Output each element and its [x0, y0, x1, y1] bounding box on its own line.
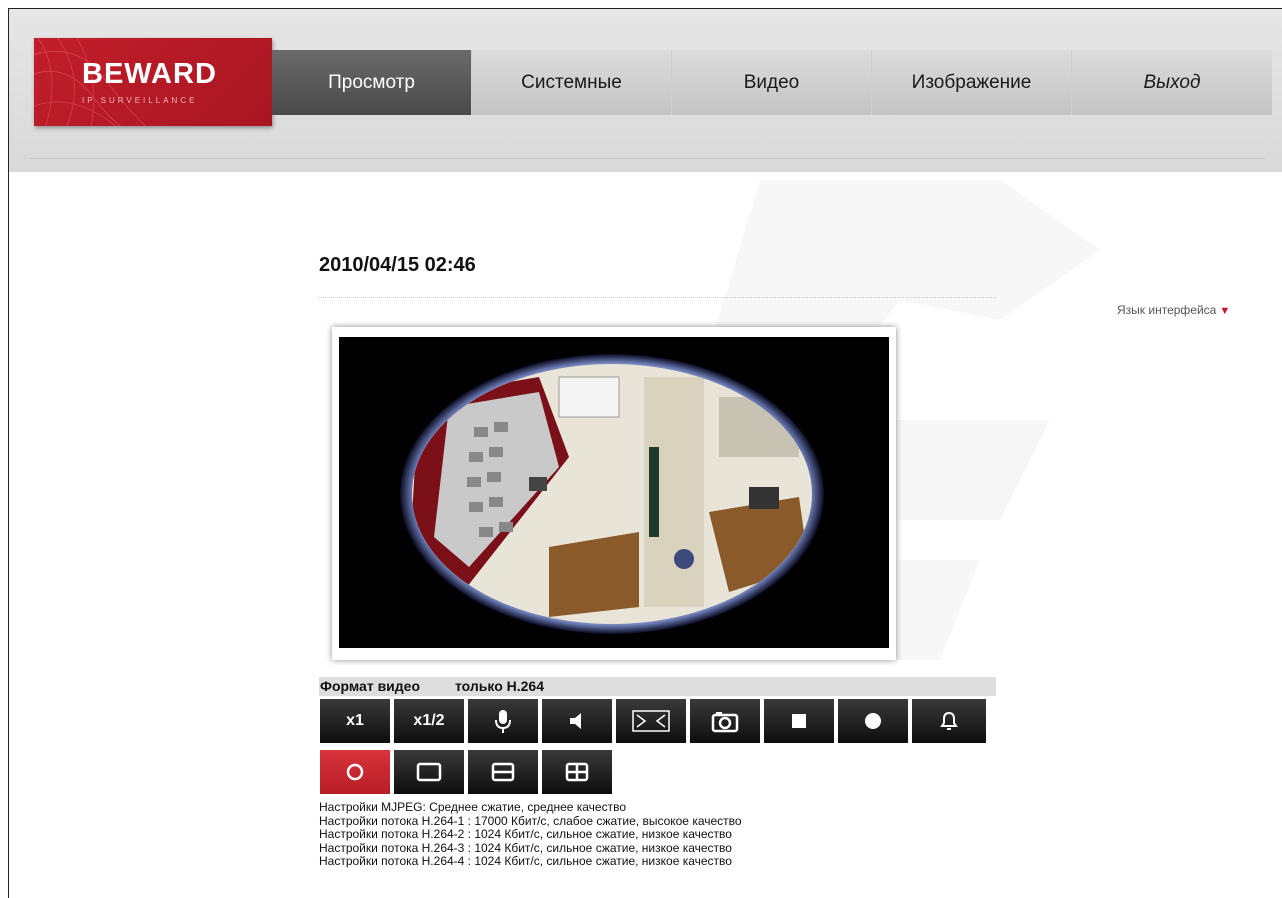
language-label: Язык интерфейса — [1117, 303, 1217, 317]
current-datetime: 2010/04/15 02:46 — [319, 254, 476, 276]
beward-logo[interactable]: BEWARD IP SURVEILLANCE — [34, 38, 272, 126]
nav-tab-logout[interactable]: Выход — [1072, 50, 1272, 115]
fisheye-circle-icon — [346, 763, 364, 781]
single-view-icon — [416, 762, 442, 782]
alarm-button[interactable] — [912, 699, 986, 743]
nav-tab-view[interactable]: Просмотр — [272, 50, 472, 115]
stream-setting-line: Настройки потока H.264-1 : 17000 Кбит/с,… — [319, 813, 742, 828]
language-selector[interactable]: Язык интерфейса ▼ — [1117, 303, 1230, 317]
fullscreen-icon — [632, 710, 670, 732]
stream-setting-line: Настройки MJPEG: Среднее сжатие, среднее… — [319, 800, 627, 814]
double-view-icon — [491, 762, 515, 782]
bell-icon — [940, 711, 958, 730]
fisheye-view-button[interactable] — [320, 750, 390, 794]
snapshot-button[interactable] — [690, 699, 760, 743]
camera-icon — [711, 712, 739, 733]
microphone-button[interactable] — [468, 699, 538, 743]
video-format-value: только H.264 — [455, 678, 544, 694]
speaker-button[interactable] — [542, 699, 612, 743]
speaker-icon — [570, 713, 581, 729]
stream-setting-line: Настройки потока H.264-4 : 1024 Кбит/с, … — [319, 854, 732, 868]
stop-button[interactable] — [764, 699, 834, 743]
quad-view-icon — [565, 762, 589, 782]
record-icon — [865, 713, 881, 729]
stream-setting-line: Настройки потока H.264-3 : 1024 Кбит/с, … — [319, 840, 732, 855]
nav-tab-video[interactable]: Видео — [672, 50, 872, 115]
zoom-x1-button[interactable]: x1 — [320, 699, 390, 743]
nav-tab-image[interactable]: Изображение — [872, 50, 1072, 115]
logo-brand-text: BEWARD — [82, 58, 217, 90]
stop-icon — [792, 714, 806, 728]
header-divider — [30, 158, 1265, 159]
double-view-button[interactable] — [468, 750, 538, 794]
dotted-divider — [319, 297, 996, 298]
zoom-half-button[interactable]: x1/2 — [394, 699, 464, 743]
nav-tab-system[interactable]: Системные — [472, 50, 672, 115]
video-format-bar: Формат видео только H.264 — [319, 677, 996, 696]
dropdown-arrow-icon: ▼ — [1219, 305, 1231, 317]
stream-settings-list: Настройки MJPEG: Среднее сжатие, среднее… — [319, 800, 742, 869]
fisheye-camera-image — [339, 337, 889, 648]
main-nav: Просмотр Системные Видео Изображение Вых… — [272, 50, 1272, 115]
logo-tagline: IP SURVEILLANCE — [82, 96, 198, 105]
fullscreen-button[interactable] — [616, 699, 686, 743]
microphone-icon — [495, 710, 511, 733]
single-view-button[interactable] — [394, 750, 464, 794]
record-button[interactable] — [838, 699, 908, 743]
stream-setting-line: Настройки потока H.264-2 : 1024 Кбит/с, … — [319, 827, 732, 841]
video-format-label: Формат видео — [320, 678, 421, 694]
quad-view-button[interactable] — [542, 750, 612, 794]
video-viewport[interactable] — [339, 337, 889, 648]
